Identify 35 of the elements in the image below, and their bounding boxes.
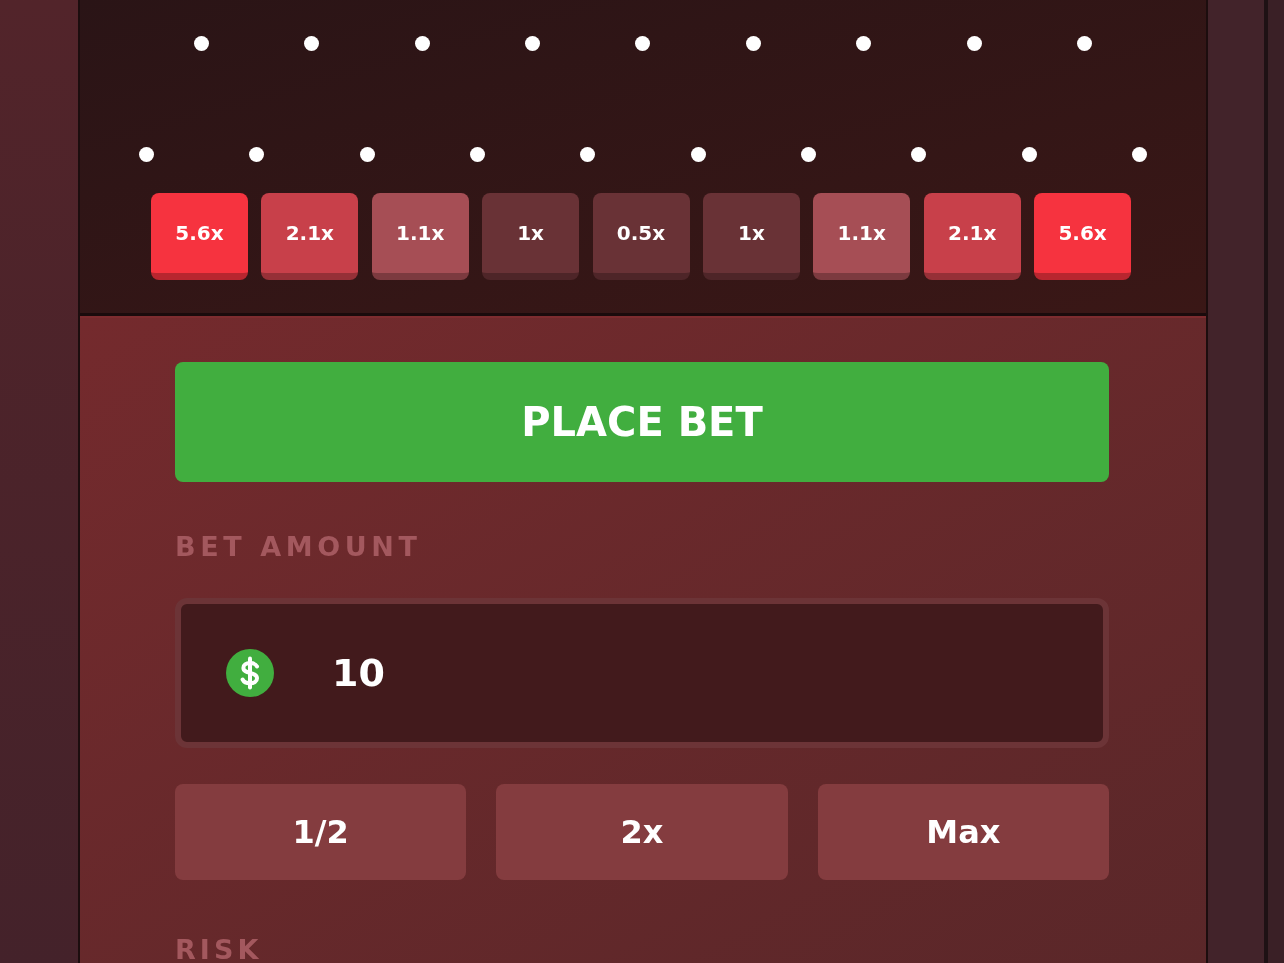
peg	[911, 146, 927, 162]
peg	[801, 146, 817, 162]
peg	[138, 146, 154, 162]
peg	[525, 35, 541, 51]
risk-label: RISK	[175, 936, 263, 963]
peg	[745, 35, 761, 51]
multiplier-bucket: 1.1x	[371, 193, 469, 280]
peg	[856, 35, 872, 51]
amount-button[interactable]: 2x	[496, 784, 788, 880]
multiplier-bucket: 1x	[482, 193, 580, 280]
peg	[249, 146, 265, 162]
peg	[414, 35, 430, 51]
amount-button[interactable]: Max	[817, 784, 1109, 880]
peg	[1132, 146, 1148, 162]
multiplier-bucket: 5.6x	[150, 193, 248, 280]
peg	[304, 35, 320, 51]
bet-amount-value: 10	[332, 654, 385, 692]
multiplier-bucket: 5.6x	[1034, 193, 1132, 280]
dollar-coin-icon	[226, 649, 274, 697]
peg	[580, 146, 596, 162]
multiplier-bucket: 1x	[702, 193, 800, 280]
multiplier-bucket: 1.1x	[813, 193, 911, 280]
amount-button[interactable]: 1/2	[175, 784, 467, 880]
multiplier-bucket: 0.5x	[592, 193, 690, 280]
peg	[359, 146, 375, 162]
peg	[690, 146, 706, 162]
peg	[193, 35, 209, 51]
peg	[966, 35, 982, 51]
peg	[1021, 146, 1037, 162]
peg	[635, 35, 651, 51]
peg	[469, 146, 485, 162]
multiplier-bucket: 2.1x	[261, 193, 359, 280]
bet-amount-field[interactable]: 10	[175, 598, 1109, 748]
peg	[1077, 35, 1093, 51]
multiplier-bucket: 2.1x	[923, 193, 1021, 280]
